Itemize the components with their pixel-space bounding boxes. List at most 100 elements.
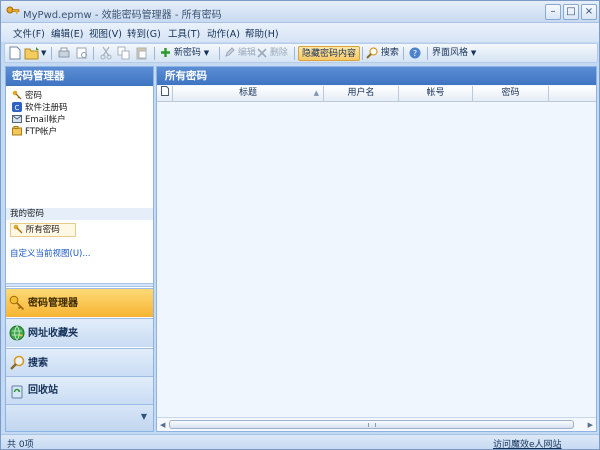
column-header-filler (549, 86, 596, 102)
scroll-right-arrow-icon[interactable]: ▶ (588, 421, 593, 429)
plus-icon (161, 48, 170, 57)
content-header: 所有密码 (157, 67, 596, 85)
pane-splitter[interactable] (6, 283, 153, 287)
svg-text:C: C (15, 104, 20, 112)
cut-icon (100, 46, 112, 61)
toolbar-separator (294, 47, 295, 60)
key-icon (9, 295, 25, 311)
edit-button: 编辑 (224, 46, 256, 61)
search-button[interactable]: 搜索 (366, 46, 399, 61)
search-label: 搜索 (380, 48, 399, 58)
toolbar-separator (219, 47, 220, 60)
horizontal-scrollbar[interactable]: ◀ ▶ (157, 417, 596, 431)
my-passwords-group-title: 我的密码 (6, 208, 153, 220)
search-icon (366, 46, 378, 59)
toolbar-separator (51, 47, 52, 60)
delete-x-icon (257, 47, 267, 58)
navigation-pane: 密码管理器 密码 C 软件注册码 Email帐户 FTP帐户 我的密码 所有密码 … (5, 66, 154, 432)
open-folder-icon[interactable] (24, 46, 40, 61)
new-password-button[interactable]: 新密码 ▼ (160, 46, 209, 61)
menu-help[interactable]: 帮助(H) (245, 26, 279, 40)
scroll-left-arrow-icon[interactable]: ◀ (160, 421, 165, 429)
item-count: 共 0项 (7, 440, 34, 450)
tree-item-label: 密码 (25, 91, 43, 101)
chevron-down-icon[interactable]: ▼ (204, 49, 209, 57)
customize-view-link[interactable]: 自定义当前视图(U)... (10, 247, 90, 259)
column-header-username[interactable]: 用户名 (324, 86, 399, 102)
menu-tools[interactable]: 工具(T) (168, 26, 200, 40)
nav-url-favorites[interactable]: 网址收藏夹 (6, 318, 153, 347)
tree-item-label: FTP帐户 (25, 127, 58, 137)
toolbar-separator (154, 47, 155, 60)
key-icon (6, 6, 20, 14)
key-icon (13, 224, 23, 234)
tree-item-software-registration[interactable]: C 软件注册码 (12, 102, 68, 114)
toolbar: ▼ 新密码 ▼ 编辑 删除 隐藏密码内容 搜索 ? 界面风格 ▼ (4, 43, 598, 63)
sort-ascending-icon: ▲ (313, 89, 319, 97)
print-icon (57, 46, 71, 61)
toolbar-separator (427, 47, 428, 60)
visit-website-link[interactable]: 访问魔效e人网站 (493, 437, 562, 450)
tree-item-label: 软件注册码 (25, 103, 68, 113)
menu-edit[interactable]: 编辑(E) (51, 26, 83, 40)
document-icon (160, 86, 169, 96)
column-header-icon[interactable] (157, 86, 173, 102)
menu-action[interactable]: 动作(A) (207, 26, 240, 40)
status-bar: 共 0项 访问魔效e人网站 (1, 434, 599, 450)
pencil-icon (225, 47, 235, 57)
paste-icon (135, 46, 148, 61)
title-bar: MyPwd.epmw - 效能密码管理器 - 所有密码 – □ × (1, 1, 599, 23)
theme-label: 界面风格 (432, 48, 469, 58)
new-password-label: 新密码 (173, 48, 201, 58)
column-label: 标题 (238, 88, 257, 98)
menu-bar: 文件(F) 编辑(E) 视图(V) 转到(G) 工具(T) 动作(A) 帮助(H… (1, 23, 599, 42)
globe-icon (9, 325, 25, 341)
theme-button[interactable]: 界面风格 ▼ (432, 46, 476, 61)
column-header-password[interactable]: 密码 (473, 86, 549, 102)
scrollbar-grip (368, 423, 376, 427)
menu-view[interactable]: 视图(V) (89, 26, 122, 40)
nav-password-manager[interactable]: 密码管理器 (6, 288, 153, 317)
chevron-down-icon[interactable]: ▼ (141, 412, 147, 421)
scrollbar-thumb[interactable] (169, 420, 574, 429)
tree-item-label: Email帐户 (25, 115, 66, 125)
navigation-pane-header: 密码管理器 (6, 67, 153, 86)
column-header-account[interactable]: 帐号 (399, 86, 473, 102)
tree-item-password[interactable]: 密码 (12, 90, 42, 102)
tree-item-email-account[interactable]: Email帐户 (12, 114, 66, 126)
search-icon (10, 355, 25, 370)
help-icon[interactable]: ? (409, 46, 421, 61)
email-icon (12, 115, 22, 123)
toolbar-separator (403, 47, 404, 60)
nav-label: 网址收藏夹 (28, 328, 78, 339)
nav-label: 密码管理器 (28, 298, 78, 309)
hide-password-content-button[interactable]: 隐藏密码内容 (298, 46, 361, 61)
all-passwords-item[interactable]: 所有密码 (10, 223, 76, 237)
tree-item-ftp-account[interactable]: FTP帐户 (12, 126, 57, 138)
all-passwords-label: 所有密码 (25, 225, 60, 235)
new-file-icon[interactable] (9, 46, 21, 61)
copy-icon (117, 46, 130, 61)
column-header-title[interactable]: 标题 ▲ (173, 86, 324, 102)
edit-label: 编辑 (237, 48, 256, 58)
minimize-button[interactable]: – (545, 4, 561, 20)
open-dropdown-icon[interactable]: ▼ (41, 46, 46, 61)
key-icon (12, 90, 22, 100)
menu-file[interactable]: 文件(F) (13, 26, 45, 40)
nav-label: 回收站 (28, 385, 58, 396)
svg-text:?: ? (413, 49, 417, 58)
window-title: MyPwd.epmw - 效能密码管理器 - 所有密码 (23, 10, 222, 21)
menu-goto[interactable]: 转到(G) (127, 26, 161, 40)
nav-search[interactable]: 搜索 (6, 348, 153, 377)
nav-label: 搜索 (28, 358, 48, 369)
maximize-button[interactable]: □ (563, 4, 579, 20)
recycle-bin-icon (11, 385, 23, 399)
delete-button: 删除 (257, 46, 288, 61)
registration-icon: C (12, 102, 22, 112)
nav-overflow-bar[interactable]: ▼ (6, 404, 153, 431)
close-button[interactable]: × (581, 4, 597, 20)
nav-recycle-bin[interactable]: 回收站 (6, 376, 153, 404)
chevron-down-icon[interactable]: ▼ (471, 49, 476, 57)
ftp-icon (12, 126, 22, 136)
content-pane: 所有密码 标题 ▲ 用户名 帐号 密码 ◀ ▶ (156, 66, 597, 432)
